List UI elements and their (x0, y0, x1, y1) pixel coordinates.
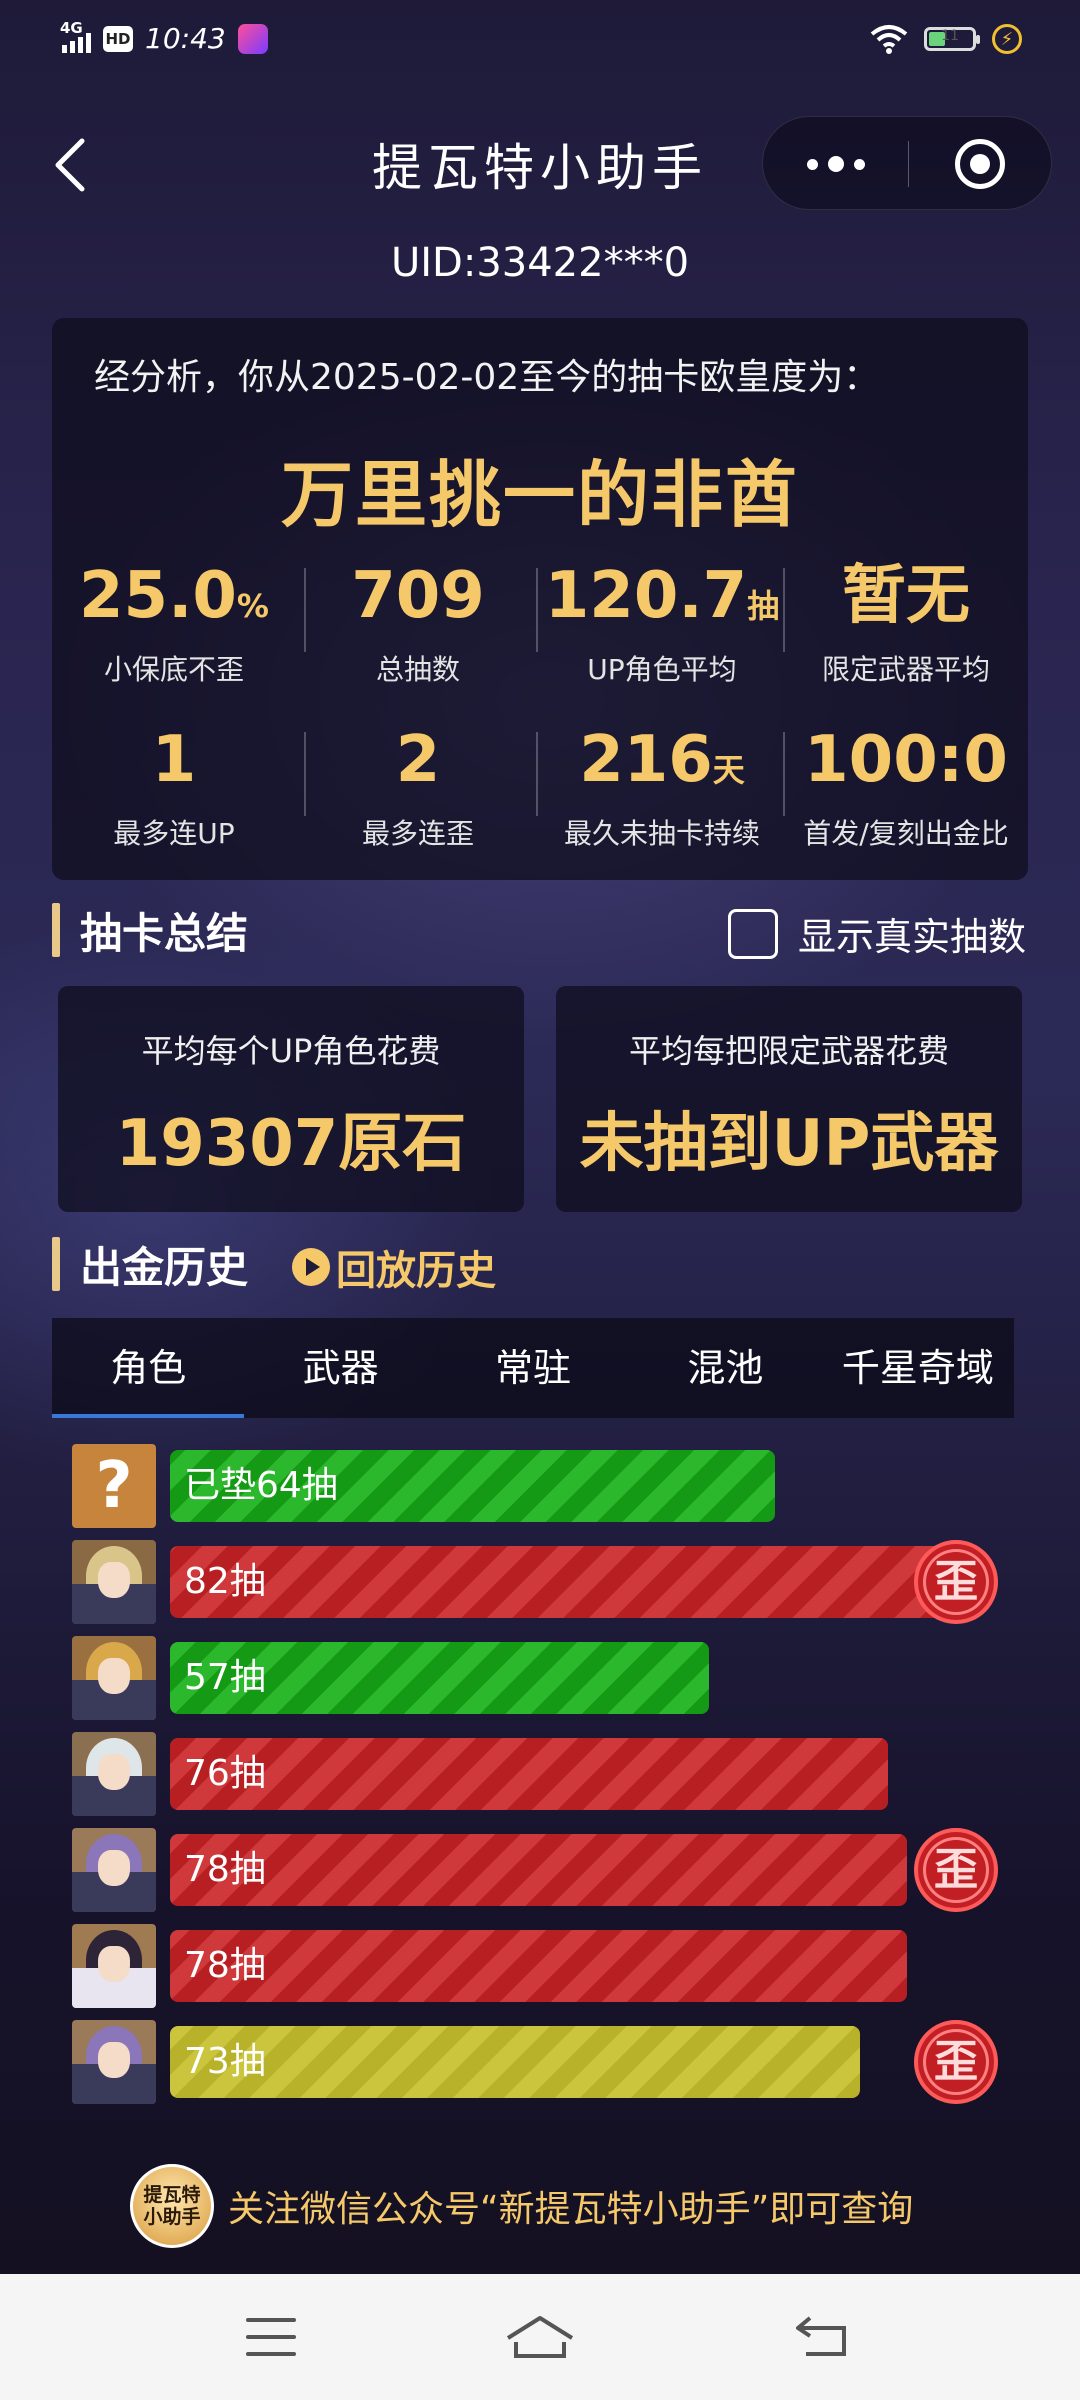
character-avatar (72, 1828, 156, 1912)
history-section-header: 出金历史 (52, 1236, 248, 1292)
divider (783, 732, 785, 816)
close-miniprogram-icon[interactable] (955, 139, 1005, 189)
history-row[interactable]: 78抽 歪 (72, 1828, 1012, 1912)
unknown-avatar-icon: ? (72, 1444, 156, 1528)
pull-count-label: 57抽 (184, 1657, 266, 1698)
menu-icon[interactable] (246, 2318, 296, 2356)
pull-count-bar: 已垫64抽 (170, 1450, 775, 1522)
history-row[interactable]: 82抽 歪 (72, 1540, 1012, 1624)
lost-5050-stamp: 歪 (914, 2020, 998, 2104)
tab-mixed[interactable]: 混池 (629, 1318, 821, 1418)
limited-weapon-cost-card: 平均每把限定武器花费 未抽到UP武器 (556, 986, 1022, 1212)
character-avatar (72, 1924, 156, 2008)
battery-level: 11 (941, 28, 959, 44)
stat-max-lose-streak: 2 最多连歪 (361, 723, 474, 850)
up-character-cost-card: 平均每个UP角色花费 19307原石 (58, 986, 524, 1212)
app-logo: 提瓦特小助手 (130, 2164, 214, 2248)
wifi-icon (870, 25, 908, 54)
history-row[interactable]: ? 已垫64抽 (72, 1444, 1012, 1528)
signal-icon: 4G (60, 19, 91, 53)
pull-count-label: 76抽 (184, 1753, 266, 1794)
app-notification-icon (237, 23, 268, 54)
back-icon[interactable] (792, 2314, 852, 2360)
history-row[interactable]: 78抽 (72, 1924, 1012, 2008)
show-real-pulls-checkbox[interactable] (728, 908, 778, 959)
stat-rerun-ratio: 100:0 首发/复刻出金比 (803, 723, 1009, 850)
pull-count-bar: 78抽 (170, 1834, 907, 1906)
pull-count-label: 82抽 (184, 1561, 266, 1602)
history-title: 出金历史 (80, 1242, 249, 1292)
divider (304, 568, 306, 652)
hd-icon: HD (103, 25, 133, 52)
banner-tabs: 角色 武器 常驻 混池 千星奇域 (52, 1318, 1014, 1418)
divider (783, 568, 785, 652)
summary-section-header: 抽卡总结 (52, 902, 248, 958)
tab-weapon[interactable]: 武器 (244, 1318, 436, 1418)
tab-miliastra[interactable]: 千星奇域 (822, 1318, 1014, 1418)
footer-promo[interactable]: 提瓦特小助手 关注微信公众号“新提瓦特小助手”即可查询 (130, 2164, 913, 2248)
divider (536, 732, 538, 816)
history-row[interactable]: 73抽 歪 (72, 2020, 1012, 2104)
luck-verdict: 万里挑一的非酋 (280, 453, 799, 537)
character-avatar (72, 1636, 156, 1720)
footer-text: 关注微信公众号“新提瓦特小助手”即可查询 (228, 2189, 914, 2230)
show-real-pulls-label: 显示真实抽数 (798, 915, 1027, 959)
stat-small-guarantee: 25.0% 小保底不歪 (79, 559, 269, 686)
more-menu-button[interactable] (763, 117, 908, 211)
tab-standard[interactable]: 常驻 (437, 1318, 629, 1418)
miniprogram-capsule (762, 116, 1052, 210)
history-row[interactable]: 57抽 (72, 1636, 1012, 1720)
lost-5050-stamp: 歪 (914, 1540, 998, 1624)
divider (536, 568, 538, 652)
clock: 10:43 (145, 22, 226, 55)
show-real-pulls-toggle[interactable]: 显示真实抽数 (728, 906, 1026, 961)
uid-label: UID:33422***0 (390, 240, 690, 286)
network-type: 4G (60, 18, 83, 37)
pull-count-label: 73抽 (184, 2041, 266, 2082)
pull-count-bar: 78抽 (170, 1930, 907, 2002)
charging-icon: ⚡ (992, 24, 1022, 54)
tab-character[interactable]: 角色 (52, 1318, 245, 1418)
pull-count-label: 78抽 (184, 1849, 266, 1890)
pull-count-label: 78抽 (184, 1945, 266, 1986)
stat-max-up-streak: 1 最多连UP (113, 723, 235, 850)
analysis-intro: 经分析，你从2025-02-02至今的抽卡欧皇度为： (94, 357, 880, 398)
status-bar: 4G HD 10:43 11 ⚡ (0, 0, 1080, 80)
summary-title: 抽卡总结 (80, 908, 249, 958)
character-avatar (72, 1540, 156, 1624)
character-avatar (72, 2020, 156, 2104)
pull-count-bar: 76抽 (170, 1738, 888, 1810)
character-avatar (72, 1732, 156, 1816)
stat-up-average: 120.7抽 UP角色平均 (544, 559, 780, 686)
divider (304, 732, 306, 816)
play-icon (292, 1248, 330, 1286)
pull-count-bar: 82抽 (170, 1546, 945, 1618)
battery-icon: 11 (924, 27, 980, 51)
replay-history-button[interactable]: 回放历史 (292, 1238, 496, 1296)
pull-count-bar: 73抽 (170, 2026, 860, 2098)
stat-weapon-average: 暂无 限定武器平均 (821, 559, 990, 686)
lost-5050-stamp: 歪 (914, 1828, 998, 1912)
stat-longest-break: 216天 最久未抽卡持续 (563, 723, 760, 850)
pull-count-label: 已垫64抽 (184, 1465, 338, 1506)
system-nav-bar (0, 2274, 1080, 2400)
stat-total-pulls: 709 总抽数 (351, 559, 485, 686)
history-row[interactable]: 76抽 (72, 1732, 1012, 1816)
home-icon[interactable] (504, 2312, 576, 2362)
analysis-panel: 经分析，你从2025-02-02至今的抽卡欧皇度为： 万里挑一的非酋 25.0%… (52, 318, 1028, 880)
pull-count-bar: 57抽 (170, 1642, 709, 1714)
